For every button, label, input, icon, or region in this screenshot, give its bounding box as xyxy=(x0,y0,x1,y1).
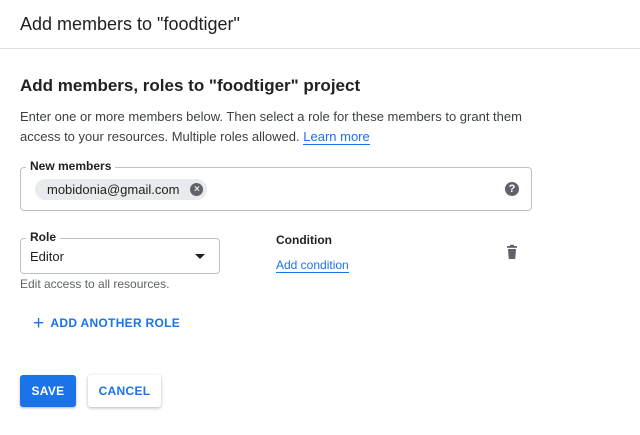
add-another-role-button[interactable]: + ADD ANOTHER ROLE xyxy=(33,313,180,333)
condition-label: Condition xyxy=(276,233,332,247)
member-chip-label: mobidonia@gmail.com xyxy=(47,182,180,197)
delete-role-icon[interactable] xyxy=(504,244,520,260)
member-chip: mobidonia@gmail.com × xyxy=(35,179,208,200)
new-members-label: New members xyxy=(26,159,116,173)
description-text: Enter one or more members below. Then se… xyxy=(20,109,522,144)
add-condition-link[interactable]: Add condition xyxy=(276,258,349,273)
section-description: Enter one or more members below. Then se… xyxy=(20,107,560,147)
plus-icon: + xyxy=(33,312,45,334)
role-label: Role xyxy=(26,230,61,244)
help-icon[interactable]: ? xyxy=(505,182,519,196)
remove-chip-icon[interactable]: × xyxy=(190,183,204,196)
save-button[interactable]: SAVE xyxy=(20,375,76,407)
role-hint: Edit access to all resources. xyxy=(20,277,170,291)
cancel-button[interactable]: CANCEL xyxy=(88,375,161,407)
dialog-header: Add members to "foodtiger" xyxy=(0,0,640,49)
learn-more-link[interactable]: Learn more xyxy=(303,129,370,145)
new-members-input[interactable]: mobidonia@gmail.com × ? xyxy=(20,167,532,211)
section-title: Add members, roles to "foodtiger" projec… xyxy=(20,76,361,95)
role-selected-value: Editor xyxy=(30,249,64,264)
add-another-role-label: ADD ANOTHER ROLE xyxy=(50,316,181,330)
dialog-title: Add members to "foodtiger" xyxy=(20,14,240,34)
dropdown-arrow-icon xyxy=(195,254,205,259)
